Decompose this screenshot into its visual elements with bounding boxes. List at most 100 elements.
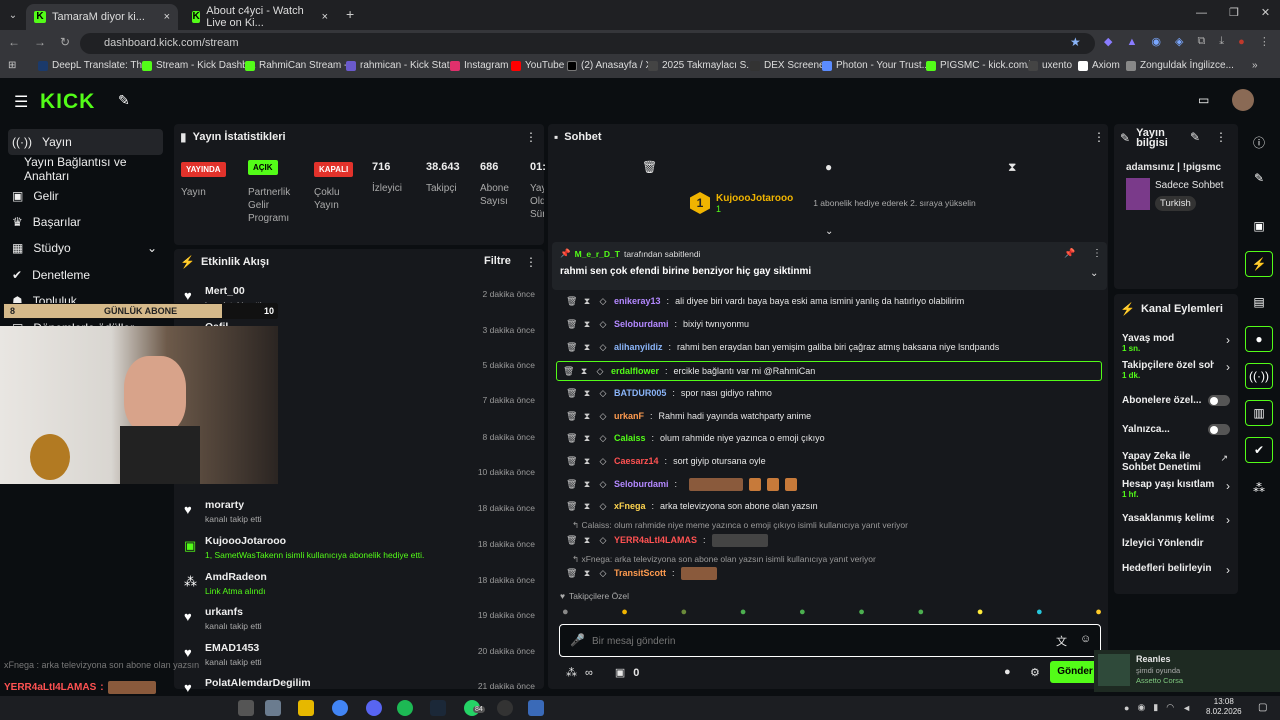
translate-icon[interactable]: 文 xyxy=(1056,633,1067,649)
shield-icon[interactable]: ◇ xyxy=(598,535,608,546)
timeout-icon[interactable]: ⧗ xyxy=(582,501,592,512)
bookmark[interactable]: YouTube xyxy=(511,60,564,71)
bookmark[interactable]: PIGSMC - kick.com/... xyxy=(926,60,1038,71)
channel-action[interactable]: Takipçilere özel soh 1 dk. › xyxy=(1122,360,1230,380)
chat-message[interactable]: 🗑 ⧗ ◇ alihanyildiz: rahmi ben eraydan ban ye… xyxy=(560,338,1105,356)
wifi-icon[interactable]: ◠ xyxy=(1166,702,1174,713)
emote-icon[interactable]: ● xyxy=(621,606,628,618)
emote-icon[interactable]: ● xyxy=(977,606,984,618)
collapse-icon[interactable]: ⌄ xyxy=(825,226,833,237)
avatar[interactable] xyxy=(1232,89,1254,111)
timeout-icon[interactable]: ⧗ xyxy=(582,388,592,399)
gear-icon[interactable]: ⚙ xyxy=(1030,666,1040,679)
kebab-icon[interactable]: ⋮ xyxy=(525,255,537,269)
channel-action[interactable]: Yapay Zeka ile Sohbet Denetimi ↗ xyxy=(1122,451,1230,473)
shield-icon[interactable]: ◇ xyxy=(598,479,608,490)
shield-icon[interactable]: ◇ xyxy=(598,501,608,512)
app-icon[interactable] xyxy=(528,700,544,716)
kebab-icon[interactable]: ⋮ xyxy=(1215,130,1227,144)
emote-icon[interactable]: ● xyxy=(1095,606,1102,618)
minimize-icon[interactable]: — xyxy=(1196,7,1207,19)
bookmark[interactable]: DeepL Translate: Th... xyxy=(38,60,150,71)
channel-action[interactable]: Abonelere özel... xyxy=(1122,395,1230,406)
edit-icon[interactable]: ✎ xyxy=(1190,130,1200,144)
activity-user[interactable]: Mert_00 xyxy=(205,285,262,297)
timeout-icon[interactable]: ⧗ xyxy=(582,296,592,307)
kebab-icon[interactable]: ⋮ xyxy=(1093,130,1105,144)
people-icon[interactable]: ⁂ xyxy=(1245,475,1273,501)
infinity-icon[interactable]: ∞ xyxy=(585,667,593,679)
steam-notification[interactable]: Reanles şimdi oyunda Assetto Corsa xyxy=(1094,650,1280,692)
emote-icon[interactable]: ● xyxy=(681,606,688,618)
channel-action[interactable]: Yasaklanmış kelimel › xyxy=(1122,513,1230,527)
unpin-icon[interactable]: 📌 xyxy=(1064,248,1075,259)
bookmark[interactable]: 2025 Takmaylacı S... xyxy=(648,60,755,71)
info-icon[interactable]: ⓘ xyxy=(1245,129,1273,155)
extensions-puzzle-icon[interactable]: ⧉ xyxy=(1197,35,1205,48)
trash-icon[interactable]: 🗑 xyxy=(566,433,577,444)
timeout-icon[interactable]: ⧗ xyxy=(582,342,592,353)
chat-username[interactable]: Calaiss xyxy=(614,433,646,443)
emote-icon[interactable]: ● xyxy=(562,606,569,618)
extension-icon[interactable]: ◆ xyxy=(1104,35,1112,48)
trash-icon[interactable]: 🗑 xyxy=(563,366,574,377)
chat-bubble-icon[interactable]: ● xyxy=(1004,666,1011,678)
channel-action[interactable]: İzleyici Yönlendir xyxy=(1122,538,1230,549)
document-icon[interactable]: ▤ xyxy=(1245,289,1273,315)
activity-user[interactable]: KujoooJotarooo xyxy=(205,535,424,547)
chat-username[interactable]: Caesarz14 xyxy=(614,456,659,466)
layout-icon[interactable]: ▥ xyxy=(1245,400,1273,426)
trash-icon[interactable]: 🗑 xyxy=(566,456,577,467)
nav-item-stream-key[interactable]: Yayın Bağlantısı ve Anahtarı xyxy=(8,155,163,183)
extension-icon[interactable]: ◈ xyxy=(1175,35,1183,48)
back-icon[interactable]: ← xyxy=(8,35,20,49)
close-icon[interactable]: × xyxy=(164,11,170,23)
tray-icon[interactable]: ● xyxy=(1124,703,1129,713)
activity-user[interactable]: PolatAlemdarDegilim xyxy=(205,677,311,689)
chat-message[interactable]: 🗑 ⧗ ◇ Calaiss: olum rahmide niye yazınca o e… xyxy=(560,429,1105,447)
folder-icon[interactable] xyxy=(298,700,314,716)
edit-icon[interactable]: ✎ xyxy=(1245,165,1273,191)
nav-item-gelir[interactable]: ▣ Gelir xyxy=(8,183,163,209)
activity-item[interactable]: ♥ urkanfs kanalı takip etti 19 dakika önce xyxy=(180,606,535,642)
activity-user[interactable]: urkanfs xyxy=(205,606,262,618)
chat-username[interactable]: urkanF xyxy=(614,411,644,421)
chat-username[interactable]: YERR4aLtI4LAMAS xyxy=(614,535,697,545)
wrench-icon[interactable]: ✔ xyxy=(1245,437,1273,463)
emote-icon[interactable]: ● xyxy=(740,606,747,618)
timeout-icon[interactable]: ⧗ xyxy=(582,479,592,490)
shield-icon[interactable]: ◇ xyxy=(598,319,608,330)
tab-search-icon[interactable]: ⌄ xyxy=(4,6,22,24)
trash-icon[interactable]: 🗑 xyxy=(566,388,577,399)
timeout-icon[interactable]: ⧗ xyxy=(582,411,592,422)
emote-icon[interactable]: ● xyxy=(1036,606,1043,618)
nav-item-studyo[interactable]: ▦ Stüdyo ⌄ xyxy=(8,235,163,261)
download-icon[interactable]: ⤓ xyxy=(1219,35,1224,48)
notifications-icon[interactable]: ▢ xyxy=(1258,702,1267,713)
bookmark[interactable]: (2) Anasayfa / X xyxy=(567,60,652,71)
channel-action[interactable]: Hesap yaşı kısıtlama 1 hf. › xyxy=(1122,479,1230,499)
chat-message[interactable]: 🗑 ⧗ ◇ erdalflower: ercikle bağlantı var mi @… xyxy=(556,361,1102,381)
chat-message[interactable]: 🗑 ⧗ ◇ Seloburdami: bixiyi twnıyonmu xyxy=(560,315,1105,333)
chevron-right-icon[interactable]: › xyxy=(1226,360,1230,374)
shield-icon[interactable]: ◇ xyxy=(595,366,605,377)
kebab-icon[interactable]: ⋮ xyxy=(1092,248,1102,259)
trash-icon[interactable]: 🗑 xyxy=(566,501,577,512)
bookmark[interactable]: rahmican - Kick Stat... xyxy=(346,60,458,71)
hamburger-menu-icon[interactable]: ☰ xyxy=(14,92,28,112)
shield-icon[interactable]: ◇ xyxy=(598,411,608,422)
send-button[interactable]: Gönder xyxy=(1050,661,1100,683)
trash-icon[interactable]: 🗑 xyxy=(566,535,577,546)
discord-icon[interactable] xyxy=(366,700,382,716)
chat-bubble-icon[interactable]: ● xyxy=(825,160,832,174)
activity-item[interactable]: ♥ EMAD1453 kanalı takip etti 20 dakika önce xyxy=(180,642,535,678)
extension-icon[interactable]: ◉ xyxy=(1151,35,1161,48)
close-icon[interactable]: × xyxy=(322,11,328,23)
apps-grid-icon[interactable]: ⊞ xyxy=(8,60,16,71)
trash-icon[interactable]: 🗑 xyxy=(642,160,657,174)
chat-message[interactable]: 🗑 ⧗ ◇ Seloburdami: xyxy=(560,475,1105,493)
nav-item-denetleme[interactable]: ✔ Denetleme xyxy=(8,262,163,288)
bookmark[interactable]: uxento xyxy=(1028,60,1072,71)
more-bookmarks-icon[interactable]: » xyxy=(1252,60,1258,71)
chevron-right-icon[interactable]: › xyxy=(1226,333,1230,347)
